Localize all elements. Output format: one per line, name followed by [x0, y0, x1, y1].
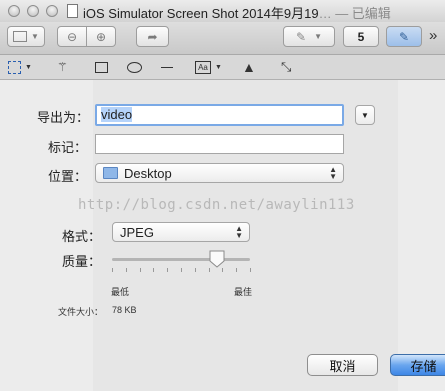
- slider-tick: [126, 268, 127, 272]
- tags-label: 标记：: [48, 140, 88, 155]
- zoom-out-button[interactable]: ⊖: [57, 26, 87, 47]
- zoom-window-button[interactable]: [46, 5, 58, 17]
- format-popup[interactable]: JPEG ▲ ▼: [112, 222, 250, 242]
- chevron-down-icon: ▼: [215, 63, 222, 71]
- rectangle-tool[interactable]: [95, 57, 108, 77]
- quality-slider[interactable]: [112, 258, 250, 261]
- slider-tick: [222, 268, 223, 272]
- window-title: iOS Simulator Screen Shot 2014年9月19… — 已…: [83, 6, 391, 21]
- slider-tick: [195, 268, 196, 272]
- file-size-label: 文件大小：: [58, 307, 104, 317]
- document-icon: [67, 4, 78, 18]
- quality-label: 质量：: [62, 254, 102, 269]
- chevron-down-icon: ▼: [314, 32, 322, 41]
- cancel-button[interactable]: 取消: [307, 354, 378, 376]
- slider-tick: [209, 268, 210, 272]
- close-window-button[interactable]: [8, 5, 20, 17]
- dotted-rectangle-icon: [8, 60, 21, 74]
- slider-tick: [250, 268, 251, 272]
- toolbar-overflow-icon[interactable]: »: [429, 27, 437, 44]
- pen-icon: ✎: [296, 29, 307, 44]
- zoom-out-icon: ⊖: [66, 29, 78, 44]
- expand-dialog-button[interactable]: ▼: [355, 105, 375, 125]
- zoom-in-icon: ⊕: [95, 29, 107, 44]
- share-button[interactable]: ➦: [136, 26, 169, 47]
- chevron-down-icon: ▼: [361, 110, 369, 120]
- slider-tick: [140, 268, 141, 272]
- triangle-icon: ▲: [242, 59, 256, 75]
- updown-arrows-icon: ▲ ▼: [235, 224, 243, 240]
- location-popup[interactable]: Desktop ▲ ▼: [95, 163, 344, 183]
- folder-icon: [103, 167, 118, 179]
- slider-tick: [112, 268, 113, 272]
- line-icon: [161, 66, 173, 68]
- edit-toolbar: ▼ ⚚ Aa ▼ ▲ ⤡: [0, 55, 445, 80]
- oval-tool[interactable]: [127, 57, 142, 77]
- quality-max-label: 最佳: [234, 287, 253, 297]
- view-menu-button[interactable]: ▼: [7, 26, 45, 47]
- slider-tick: [236, 268, 237, 272]
- tags-field[interactable]: [95, 134, 344, 154]
- magic-wand-icon: ⚚: [57, 60, 68, 74]
- save-button[interactable]: 存储: [390, 354, 445, 376]
- quality-slider-thumb[interactable]: [209, 250, 225, 268]
- updown-arrows-icon: ▲ ▼: [329, 165, 337, 181]
- instant-alpha-tool[interactable]: ⚚: [57, 57, 68, 77]
- rotate-button[interactable]: 5: [343, 26, 379, 47]
- rectangle-icon: [95, 61, 108, 73]
- watermark-text: http://blog.csdn.net/awaylin113: [78, 197, 355, 213]
- text-tool[interactable]: Aa ▼: [195, 57, 222, 77]
- edit-toolbar-toggle[interactable]: ✎: [386, 26, 422, 47]
- export-as-label: 导出为：: [37, 110, 90, 125]
- chevron-down-icon: ▼: [31, 32, 39, 41]
- chevron-down-icon: ▼: [25, 63, 32, 71]
- line-tool[interactable]: [161, 57, 173, 77]
- edit-icon: ✎: [398, 29, 410, 44]
- text-box-icon: Aa: [195, 60, 211, 74]
- zoom-in-button[interactable]: ⊕: [86, 26, 116, 47]
- sidebar-icon: [13, 31, 28, 42]
- export-as-field[interactable]: video: [95, 104, 344, 126]
- main-toolbar: ▼ ⊖ ⊕ ➦ ✎ ▼ 5 ✎ »: [0, 22, 445, 55]
- slider-tick: [153, 268, 154, 272]
- slider-tick: [167, 268, 168, 272]
- slider-tick: [181, 268, 182, 272]
- quality-min-label: 最低: [111, 287, 130, 297]
- share-icon: ➦: [147, 29, 158, 44]
- adjust-size-tool[interactable]: ⤡: [281, 57, 291, 77]
- minimize-window-button[interactable]: [27, 5, 39, 17]
- selection-tool[interactable]: ▼: [8, 57, 32, 77]
- file-size-value: 78 KB: [112, 305, 137, 315]
- location-label: 位置：: [48, 169, 88, 184]
- resize-icon: ⤡: [281, 59, 292, 74]
- format-label: 格式：: [62, 229, 102, 244]
- oval-icon: [127, 61, 142, 73]
- adjust-color-tool[interactable]: ▲: [242, 57, 256, 77]
- rotate-icon: 5: [357, 29, 365, 44]
- title-bar: iOS Simulator Screen Shot 2014年9月19… — 已…: [0, 0, 445, 23]
- annotate-menu-button[interactable]: ✎ ▼: [283, 26, 335, 47]
